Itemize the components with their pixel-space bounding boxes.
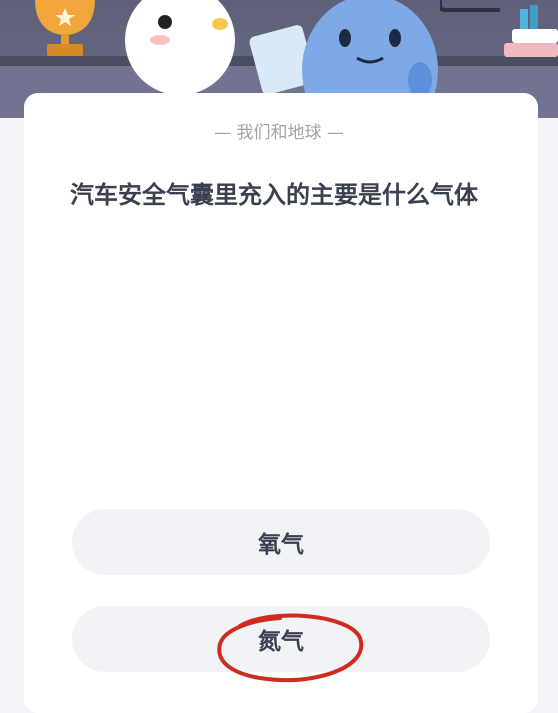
- trophy-icon: [35, 0, 95, 56]
- answer-option-label: 氧气: [258, 532, 304, 558]
- books-icon: [504, 5, 558, 57]
- frame-corner: [440, 0, 500, 12]
- question-text: 汽车安全气囊里充入的主要是什么气体: [70, 181, 478, 209]
- question-category: — 我们和地球 —: [214, 123, 344, 143]
- answer-highlight-circle: [217, 613, 364, 683]
- answer-option-oxygen[interactable]: 氧气: [72, 509, 490, 575]
